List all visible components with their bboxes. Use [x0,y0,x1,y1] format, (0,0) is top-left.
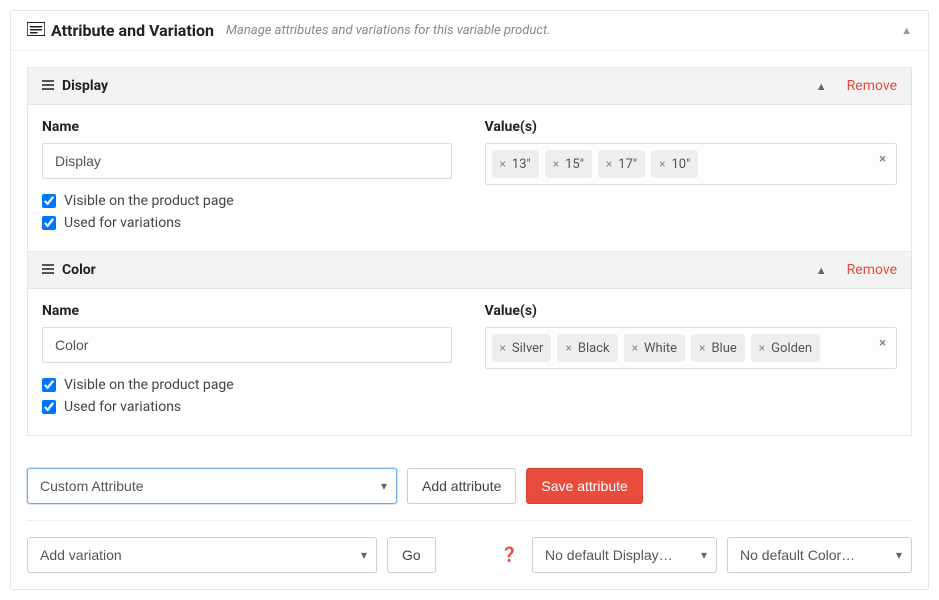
tag-label: White [644,341,677,356]
form-icon [27,21,45,40]
value-tag[interactable]: × Blue [691,334,745,362]
remove-tag-icon[interactable]: × [632,341,638,355]
value-tag[interactable]: × 15" [545,150,592,178]
attribute-body: Name Visible on the product page Used for … [28,288,911,435]
value-tag[interactable]: × 10" [651,150,698,178]
tag-label: 13" [512,157,531,172]
tag-label: 10" [671,157,690,172]
value-tag[interactable]: × Golden [751,334,820,362]
drag-handle-icon[interactable] [42,79,54,94]
go-button[interactable]: Go [387,537,436,573]
remove-tag-icon[interactable]: × [759,341,765,355]
tag-label: 15" [565,157,584,172]
attribute-header[interactable]: Color ▲ Remove [28,252,911,288]
drag-handle-icon[interactable] [42,263,54,278]
default-color-select[interactable]: No default Color… [727,537,912,573]
value-tag[interactable]: × 17" [598,150,645,178]
attribute-name-input[interactable] [42,327,452,363]
value-tag[interactable]: × Black [557,334,617,362]
panel-subtitle: Manage attributes and variations for thi… [226,23,550,38]
default-display-select-wrap: No default Display… [532,537,717,573]
visible-checkbox[interactable] [42,194,56,208]
values-label: Value(s) [485,119,898,135]
collapse-attribute-icon[interactable]: ▲ [816,264,827,277]
panel-title-wrap: Attribute and Variation [27,21,214,40]
attribute-header-name: Display [62,78,108,94]
used-variations-checkbox-row[interactable]: Used for variations [42,215,455,231]
remove-tag-icon[interactable]: × [606,157,612,171]
collapse-caret-icon[interactable]: ▲ [901,24,912,37]
attribute-variation-panel: Attribute and Variation Manage attribute… [10,10,929,590]
remove-tag-icon[interactable]: × [553,157,559,171]
attribute-block: Display ▲ Remove Name Visible on the product… [27,67,912,252]
save-attribute-button[interactable]: Save attribute [526,468,642,504]
variation-action-select[interactable]: Add variation [27,537,377,573]
variation-action-row: Add variation Go ❓ No default Display… N… [27,520,912,573]
default-color-select-wrap: No default Color… [727,537,912,573]
add-attribute-button[interactable]: Add attribute [407,468,516,504]
panel-header: Attribute and Variation Manage attribute… [11,11,928,51]
attribute-body: Name Visible on the product page Used for … [28,104,911,251]
values-label: Value(s) [485,303,898,319]
panel-body: Display ▲ Remove Name Visible on the product… [11,51,928,589]
used-variations-checkbox[interactable] [42,216,56,230]
name-label: Name [42,303,455,319]
attribute-type-select-wrap: Custom Attribute [27,468,397,504]
tag-label: Golden [771,341,812,356]
used-variations-label: Used for variations [64,399,181,415]
remove-tag-icon[interactable]: × [699,341,705,355]
tag-label: 17" [618,157,637,172]
used-variations-checkbox[interactable] [42,400,56,414]
attribute-header[interactable]: Display ▲ Remove [28,68,911,104]
visible-label: Visible on the product page [64,377,234,393]
visible-checkbox[interactable] [42,378,56,392]
tag-label: Blue [711,341,736,356]
visible-checkbox-row[interactable]: Visible on the product page [42,193,455,209]
remove-tag-icon[interactable]: × [659,157,665,171]
clear-values-icon[interactable]: × [879,336,886,351]
attribute-values-input[interactable]: × Silver × Black × White × Blue × Golden × [485,327,898,369]
attribute-values-input[interactable]: × 13" × 15" × 17" × 10" × [485,143,898,185]
visible-label: Visible on the product page [64,193,234,209]
panel-title: Attribute and Variation [51,21,214,40]
remove-tag-icon[interactable]: × [500,157,506,171]
value-tag[interactable]: × 13" [492,150,539,178]
variation-action-select-wrap: Add variation [27,537,377,573]
visible-checkbox-row[interactable]: Visible on the product page [42,377,455,393]
collapse-attribute-icon[interactable]: ▲ [816,80,827,93]
value-tag[interactable]: × White [624,334,685,362]
remove-attribute-link[interactable]: Remove [847,262,897,278]
used-variations-checkbox-row[interactable]: Used for variations [42,399,455,415]
tag-label: Black [578,341,610,356]
attribute-type-select[interactable]: Custom Attribute [27,468,397,504]
tag-label: Silver [512,341,544,356]
value-tag[interactable]: × Silver [492,334,552,362]
name-label: Name [42,119,455,135]
remove-attribute-link[interactable]: Remove [847,78,897,94]
used-variations-label: Used for variations [64,215,181,231]
remove-tag-icon[interactable]: × [565,341,571,355]
attribute-name-input[interactable] [42,143,452,179]
help-icon[interactable]: ❓ [501,547,518,563]
remove-tag-icon[interactable]: × [500,341,506,355]
clear-values-icon[interactable]: × [879,152,886,167]
attribute-header-name: Color [62,262,96,278]
default-display-select[interactable]: No default Display… [532,537,717,573]
attribute-block: Color ▲ Remove Name Visible on the product p… [27,252,912,436]
attribute-action-row: Custom Attribute Add attribute Save attr… [27,452,912,504]
